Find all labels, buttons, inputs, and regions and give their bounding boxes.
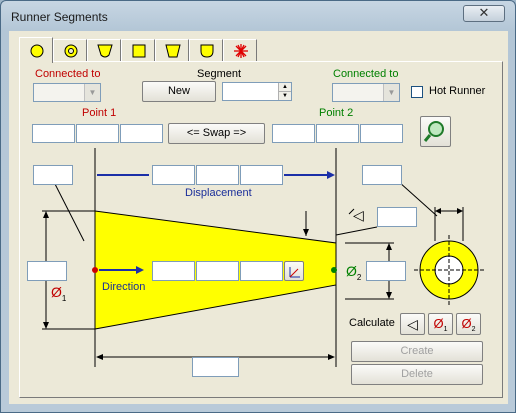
- d2-symbol-text: Ø: [346, 263, 357, 279]
- circle-section-icon: [30, 44, 44, 58]
- dialog-client: Connected to ▼ Segment New ▲ ▼ Connected…: [9, 31, 508, 404]
- direction-y-field[interactable]: [196, 261, 239, 281]
- d2-field[interactable]: [366, 261, 406, 281]
- d2-icon-sub: 2: [471, 326, 476, 334]
- taper-icon: ◁: [407, 316, 418, 332]
- direction-label: Direction: [102, 281, 146, 293]
- d1-symbol: Ø1: [51, 284, 66, 303]
- runner-segments-window: Runner Segments ✕ Connected to ▼ Segment…: [0, 0, 516, 413]
- calc-d1-button[interactable]: Ø1: [428, 313, 453, 335]
- calc-taper-button[interactable]: ◁: [400, 313, 425, 335]
- d1-icon: Ø: [433, 316, 444, 331]
- tab-circle[interactable]: [19, 37, 53, 63]
- taper-angle-icon: ◁: [353, 207, 364, 223]
- direction-x-field[interactable]: [152, 261, 195, 281]
- window-title: Runner Segments: [11, 10, 108, 24]
- d1-subscript: 1: [61, 293, 67, 303]
- point2-marker: [331, 267, 337, 273]
- axes-icon: [289, 267, 300, 278]
- d1-field[interactable]: [27, 261, 67, 281]
- direction-z-field[interactable]: [240, 261, 283, 281]
- displacement-x-field[interactable]: [152, 165, 195, 185]
- d2-symbol: Ø2: [346, 263, 361, 282]
- calculate-label: Calculate: [349, 317, 395, 329]
- left-top-field[interactable]: [33, 165, 73, 185]
- displacement-label: Displacement: [185, 187, 252, 199]
- displacement-y-field[interactable]: [196, 165, 239, 185]
- d2-icon: Ø: [461, 316, 472, 331]
- pick-direction-button[interactable]: [284, 261, 304, 281]
- displacement-z-field[interactable]: [240, 165, 283, 185]
- create-button[interactable]: Create: [351, 341, 483, 362]
- d2-subscript: 2: [356, 272, 362, 282]
- close-button[interactable]: ✕: [463, 5, 505, 22]
- calc-d2-button[interactable]: Ø2: [456, 313, 481, 335]
- taper-angle-field[interactable]: [377, 207, 417, 227]
- close-icon: ✕: [478, 5, 490, 20]
- length-field[interactable]: [192, 357, 239, 377]
- d1-icon-sub: 1: [443, 326, 448, 334]
- title-bar: Runner Segments ✕: [1, 1, 515, 31]
- delete-button[interactable]: Delete: [351, 364, 483, 385]
- point1-marker: [92, 267, 98, 273]
- right-top-field[interactable]: [362, 165, 402, 185]
- d1-symbol-text: Ø: [51, 284, 62, 300]
